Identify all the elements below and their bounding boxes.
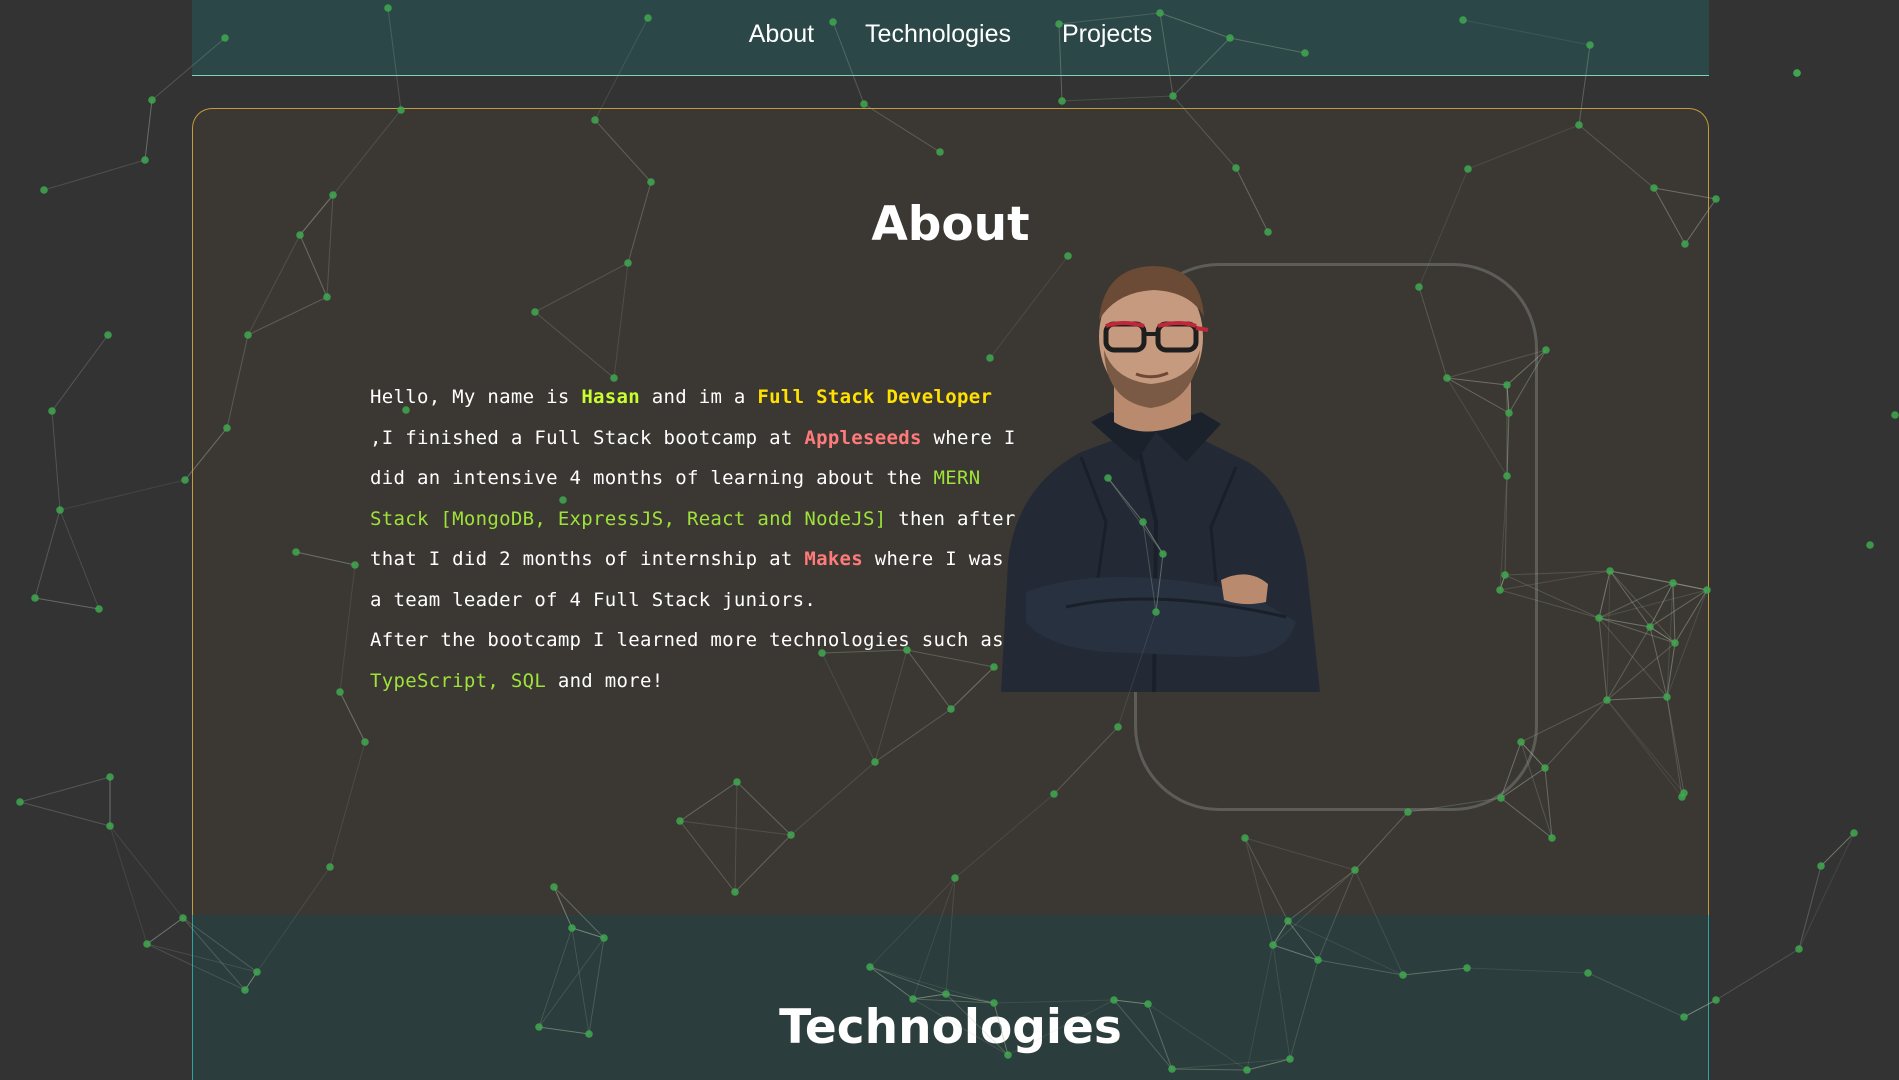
bio-role: Full Stack Developer: [757, 386, 993, 408]
nav-link-projects[interactable]: Projects: [1062, 20, 1152, 49]
nav-link-technologies[interactable]: Technologies: [865, 20, 1011, 49]
about-bio: Hello, My name is Hasan and im a Full St…: [370, 377, 1020, 701]
bio-company: Makes: [804, 548, 864, 570]
person-portrait-icon: [1001, 266, 1320, 692]
bio-text: ,I finished a Full Stack bootcamp at: [370, 426, 805, 449]
page: About Technologies Projects About Hello,…: [0, 0, 1899, 1080]
nav-link-about[interactable]: About: [749, 20, 814, 49]
bio-text: and more!: [546, 669, 664, 692]
nav-links: About Technologies Projects: [192, 20, 1709, 49]
bio-text: After the bootcamp I learned more techno…: [370, 629, 1004, 651]
bio-bootcamp: Appleseeds: [804, 426, 922, 449]
bio-more-tech: TypeScript, SQL: [370, 669, 547, 692]
bio-name: Hasan: [581, 386, 641, 408]
bio-text: Hello, My name is: [370, 386, 582, 408]
technologies-title: Technologies: [779, 1000, 1122, 1055]
about-section: About Hello, My name is Hasan and im a F…: [192, 108, 1709, 918]
navbar: About Technologies Projects: [192, 0, 1709, 76]
about-title: About: [871, 197, 1030, 252]
bio-text: and im a: [640, 386, 758, 408]
technologies-section: Technologies: [192, 915, 1709, 1080]
